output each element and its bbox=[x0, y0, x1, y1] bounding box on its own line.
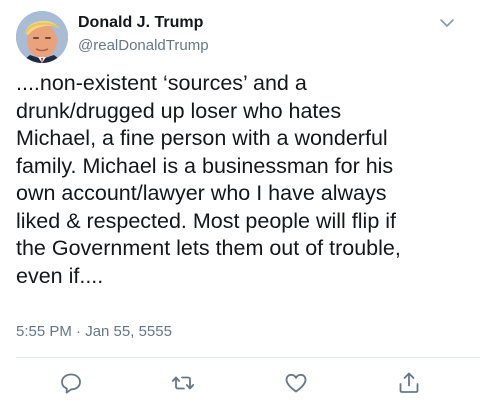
share-icon bbox=[399, 372, 419, 393]
tweet-card: Donald J. Trump @realDonaldTrump ....non… bbox=[0, 0, 480, 410]
avatar[interactable] bbox=[16, 11, 68, 63]
tweet-timestamp[interactable]: 5:55 PM · Jan 55, 5555 bbox=[16, 323, 172, 340]
like-button[interactable] bbox=[283, 370, 309, 396]
reply-icon bbox=[61, 373, 81, 394]
heart-icon bbox=[285, 373, 307, 393]
retweet-button[interactable] bbox=[170, 370, 196, 396]
chevron-down-icon[interactable] bbox=[436, 14, 458, 32]
retweet-icon bbox=[171, 376, 195, 390]
author-display-name[interactable]: Donald J. Trump bbox=[78, 14, 203, 32]
tweet-text: ....non-existent ‘sources’ and a drunk/d… bbox=[16, 71, 401, 288]
avatar-image bbox=[16, 11, 68, 63]
divider bbox=[16, 357, 480, 358]
share-button[interactable] bbox=[396, 370, 422, 396]
author-handle[interactable]: @realDonaldTrump bbox=[78, 37, 209, 54]
reply-button[interactable] bbox=[58, 370, 84, 396]
